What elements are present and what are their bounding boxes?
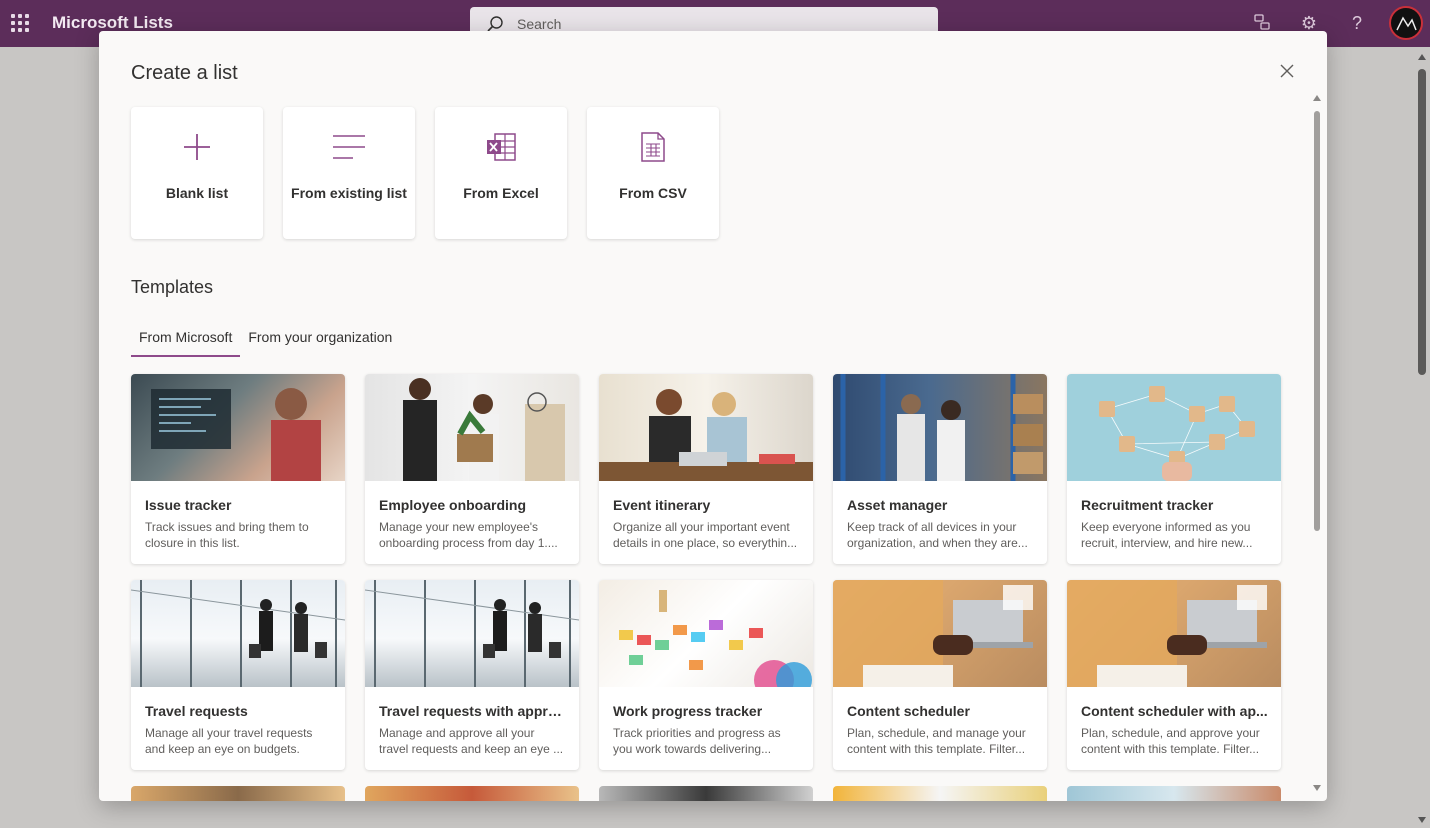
search-placeholder: Search [517, 16, 562, 32]
scroll-up-icon[interactable] [1418, 54, 1426, 60]
scrollbar-thumb[interactable] [1418, 69, 1426, 375]
template-card-employee-onboarding[interactable]: Employee onboarding Manage your new empl… [365, 374, 579, 564]
template-thumbnail [131, 374, 345, 481]
create-options: Blank list From existing list From Excel… [131, 107, 719, 239]
template-thumbnail [599, 374, 813, 481]
template-description: Organize all your important event detail… [613, 520, 798, 550]
template-description: Track issues and bring them to closure i… [145, 520, 309, 550]
app-name[interactable]: Microsoft Lists [52, 13, 173, 33]
template-thumbnail [833, 580, 1047, 687]
tab-from-microsoft[interactable]: From Microsoft [131, 327, 241, 357]
template-card-content-scheduler[interactable]: Content scheduler Plan, schedule, and ma… [833, 580, 1047, 770]
template-description: Manage your new employee's onboarding pr… [379, 520, 558, 550]
template-card-work-progress-tracker[interactable]: Work progress tracker Track priorities a… [599, 580, 813, 770]
template-thumbnail [131, 580, 345, 687]
from-csv-label: From CSV [619, 185, 687, 201]
app-launcher-icon[interactable] [11, 14, 29, 32]
template-title: Work progress tracker [613, 703, 763, 719]
csv-file-icon [641, 132, 665, 162]
from-existing-list-label: From existing list [291, 185, 407, 201]
template-thumbnail [365, 374, 579, 481]
create-list-dialog: Create a list Blank list From existing l… [99, 31, 1327, 801]
scroll-down-icon[interactable] [1418, 817, 1426, 823]
scroll-down-icon[interactable] [1313, 785, 1321, 791]
user-avatar[interactable] [1389, 6, 1423, 40]
template-description: Manage and approve all your travel reque… [379, 726, 564, 756]
scrollbar-thumb[interactable] [1314, 111, 1320, 531]
template-title: Event itinerary [613, 497, 711, 513]
template-title: Asset manager [847, 497, 948, 513]
template-card-partial[interactable] [131, 786, 345, 801]
templates-heading: Templates [131, 277, 214, 297]
template-title: Content scheduler with ap... [1081, 703, 1268, 719]
template-description: Plan, schedule, and manage your content … [847, 726, 1026, 756]
template-grid: Issue tracker Track issues and bring the… [131, 374, 1281, 770]
template-card-partial[interactable] [599, 786, 813, 801]
template-row-partial [131, 786, 1281, 801]
from-csv-button[interactable]: From CSV [587, 107, 719, 239]
template-thumbnail [1067, 580, 1281, 687]
scroll-up-icon[interactable] [1313, 95, 1321, 101]
dialog-title: Create a list [131, 62, 238, 84]
template-title: Travel requests with approv... [379, 703, 567, 719]
page-scrollbar[interactable] [1414, 47, 1430, 828]
template-title: Travel requests [145, 703, 248, 719]
template-title: Content scheduler [847, 703, 970, 719]
from-excel-button[interactable]: From Excel [435, 107, 567, 239]
template-description: Manage all your travel requests and keep… [145, 726, 313, 756]
template-description: Plan, schedule, and approve your content… [1081, 726, 1260, 756]
template-card-event-itinerary[interactable]: Event itinerary Organize all your import… [599, 374, 813, 564]
plus-icon [184, 134, 210, 160]
tab-from-your-organization[interactable]: From your organization [240, 327, 400, 357]
template-description: Keep everyone informed as you recruit, i… [1081, 520, 1253, 550]
list-lines-icon [333, 135, 365, 159]
template-title: Recruitment tracker [1081, 497, 1214, 513]
template-card-issue-tracker[interactable]: Issue tracker Track issues and bring the… [131, 374, 345, 564]
excel-icon [487, 133, 516, 161]
template-title: Issue tracker [145, 497, 232, 513]
template-card-travel-requests-with-approvals[interactable]: Travel requests with approv... Manage an… [365, 580, 579, 770]
template-card-travel-requests[interactable]: Travel requests Manage all your travel r… [131, 580, 345, 770]
template-thumbnail [833, 374, 1047, 481]
template-thumbnail [1067, 374, 1281, 481]
from-existing-list-button[interactable]: From existing list [283, 107, 415, 239]
blank-list-label: Blank list [165, 185, 229, 201]
template-description: Keep track of all devices in your organi… [847, 520, 1028, 550]
template-title: Employee onboarding [379, 497, 527, 513]
dialog-scrollbar[interactable] [1311, 93, 1323, 799]
template-card-content-scheduler-with-approvals[interactable]: Content scheduler with ap... Plan, sched… [1067, 580, 1281, 770]
template-card-partial[interactable] [365, 786, 579, 801]
template-card-partial[interactable] [833, 786, 1047, 801]
template-card-partial[interactable] [1067, 786, 1281, 801]
close-icon [1280, 64, 1294, 78]
help-icon[interactable]: ? [1346, 12, 1368, 34]
template-card-recruitment-tracker[interactable]: Recruitment tracker Keep everyone inform… [1067, 374, 1281, 564]
from-excel-label: From Excel [463, 185, 539, 201]
template-thumbnail [599, 580, 813, 700]
close-button[interactable] [1275, 59, 1299, 83]
template-thumbnail [365, 580, 579, 687]
blank-list-button[interactable]: Blank list [131, 107, 263, 239]
template-card-asset-manager[interactable]: Asset manager Keep track of all devices … [833, 374, 1047, 564]
template-description: Track priorities and progress as you wor… [613, 726, 781, 756]
template-tabs: From Microsoft From your organization [131, 327, 400, 357]
